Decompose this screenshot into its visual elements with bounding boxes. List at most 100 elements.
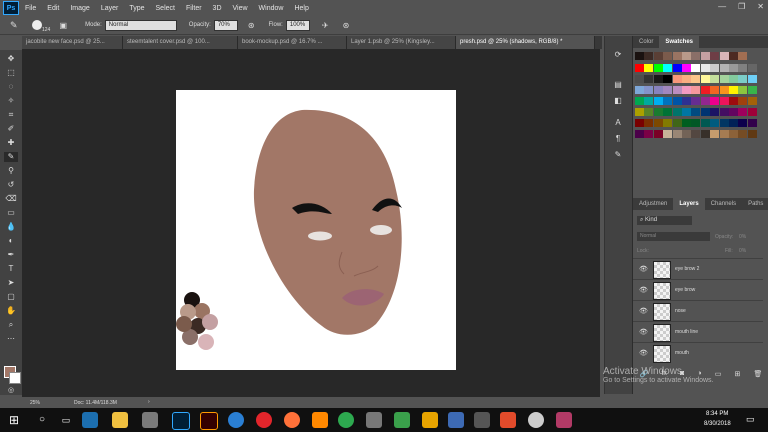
swatch[interactable] [700,119,710,127]
s-app-icon[interactable] [500,412,516,428]
start-icon[interactable]: ⊞ [6,412,22,428]
healing-brush-icon[interactable]: ✚ [4,138,18,148]
swatch[interactable] [691,75,701,83]
swatch[interactable] [663,75,673,83]
flow-input[interactable]: 100% [285,19,310,31]
swatch[interactable] [710,86,720,94]
layer-row[interactable]: 👁 mouth [633,342,763,364]
vlc-icon[interactable] [312,412,328,428]
swatch[interactable] [682,108,691,116]
tab-channels[interactable]: Channels [705,198,742,210]
marquee-tool-icon[interactable]: ⬚ [4,68,18,78]
window-app-icon[interactable] [448,412,464,428]
edge-icon[interactable] [82,412,98,428]
firefox-icon[interactable] [284,412,300,428]
swatch[interactable] [719,97,729,105]
file-explorer-icon[interactable] [112,412,128,428]
layer-row[interactable]: 👁 eye brow [633,279,763,301]
menu-type[interactable]: Type [129,5,144,12]
blend-mode-select[interactable]: Normal [637,232,710,241]
path-select-icon[interactable]: ➤ [4,278,18,288]
swatch[interactable] [644,86,654,94]
swatch[interactable] [700,75,710,83]
swatch[interactable] [663,86,673,94]
swatch[interactable] [635,97,644,105]
swatch[interactable] [729,130,738,138]
menu-edit[interactable]: Edit [47,5,59,12]
swatch[interactable] [644,52,654,60]
swatch[interactable] [738,130,748,138]
airbrush-icon[interactable]: ✈ [322,21,329,30]
tab-swatches[interactable]: Swatches [659,36,700,48]
app-green-icon[interactable] [394,412,410,428]
minimize-icon[interactable]: — [718,2,726,11]
brush-tool-icon[interactable]: ✎ [10,20,18,31]
visibility-eye-icon[interactable]: 👁 [639,328,648,336]
swatch[interactable] [719,108,729,116]
swatch[interactable] [644,108,654,116]
trash-icon[interactable]: 🗑 [753,370,762,378]
background-color-swatch[interactable] [9,372,21,384]
swatch[interactable] [710,130,720,138]
swatch[interactable] [672,86,682,94]
tab-color[interactable]: Color [633,36,659,48]
type-tool-icon[interactable]: T [4,264,18,274]
swatch[interactable] [747,97,757,105]
swatch[interactable] [663,64,673,72]
swatch[interactable] [738,52,748,60]
visibility-eye-icon[interactable]: 👁 [639,265,648,273]
group-icon[interactable]: ▭ [715,370,722,378]
blur-icon[interactable]: 💧 [4,222,18,232]
pen-tool-icon[interactable]: ✒ [4,250,18,260]
swatch[interactable] [663,119,673,127]
notifications-icon[interactable]: ▭ [746,414,755,425]
character-panel-icon[interactable]: A [612,118,624,128]
menu-window[interactable]: Window [259,5,284,12]
swatch[interactable] [635,64,644,72]
swatch[interactable] [691,119,701,127]
swatch[interactable] [672,75,682,83]
layer-row[interactable]: 👁 eye brow 2 [633,258,763,280]
menu-3d[interactable]: 3D [213,5,222,12]
swatch[interactable] [729,75,738,83]
swatch[interactable] [644,97,654,105]
swatch[interactable] [700,130,710,138]
swatch[interactable] [682,64,691,72]
brush-panel-icon[interactable]: ✎ [612,150,624,160]
swatch[interactable] [682,119,691,127]
swatch[interactable] [653,97,663,105]
swatch[interactable] [729,52,738,60]
document-canvas[interactable] [176,90,456,370]
swatch[interactable] [644,75,654,83]
quick-select-icon[interactable]: ✧ [4,96,18,106]
tab-paths[interactable]: Paths [742,198,768,210]
menu-select[interactable]: Select [156,5,175,12]
swatch[interactable] [729,119,738,127]
swatch[interactable] [710,97,720,105]
swatch[interactable] [738,108,748,116]
tab-layer1[interactable]: Layer 1.psb @ 25% (Kingsley... [347,36,456,49]
swatch[interactable] [663,52,673,60]
swatch[interactable] [653,108,663,116]
swatch[interactable] [635,130,644,138]
swatch[interactable] [682,52,691,60]
menu-image[interactable]: Image [70,5,89,12]
swatch[interactable] [644,64,654,72]
swatch[interactable] [719,75,729,83]
swatch[interactable] [729,64,738,72]
tab-adjustments[interactable]: Adjustmen [633,198,673,210]
swatch[interactable] [719,64,729,72]
layer-opacity-value[interactable]: 0% [739,234,746,240]
swatch[interactable] [710,75,720,83]
swatch[interactable] [635,75,644,83]
media-app-icon[interactable] [474,412,490,428]
brush-icon[interactable]: ✎ [4,152,18,162]
swatch[interactable] [682,75,691,83]
swatch[interactable] [635,108,644,116]
swatch[interactable] [691,108,701,116]
swatch[interactable] [653,75,663,83]
swatch[interactable] [700,86,710,94]
swatch[interactable] [644,130,654,138]
menu-filter[interactable]: Filter [186,5,202,12]
swatch[interactable] [738,64,748,72]
